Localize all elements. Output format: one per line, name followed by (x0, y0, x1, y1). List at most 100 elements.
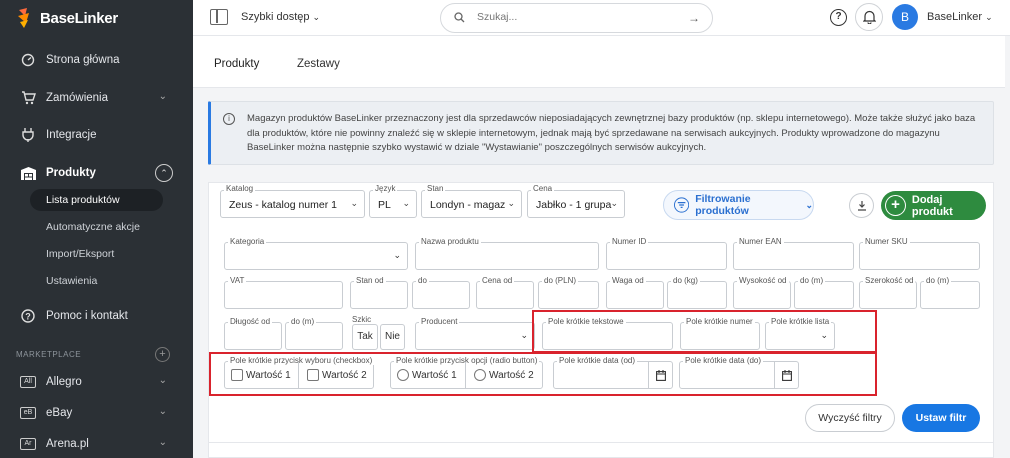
quick-access-dropdown[interactable]: Szybki dostęp ⌄ (241, 11, 320, 23)
length-from-label: Długość od (228, 317, 273, 326)
vat-input[interactable]: VAT (224, 276, 343, 309)
sketch-yes-button[interactable]: Tak (352, 324, 378, 350)
help-icon[interactable]: ? (830, 9, 847, 26)
sidebar-subitem-product-list[interactable]: Lista produktów (30, 189, 163, 211)
stock-to-input[interactable]: do (412, 276, 470, 309)
top-bar: Szybki dostęp ⌄ → ? B BaseLinker ⌄ (193, 0, 1010, 36)
cart-icon (20, 90, 36, 106)
producer-select[interactable]: Producent ⌄ (415, 317, 535, 350)
sidebar-item-label: Zamówienia (46, 92, 108, 104)
sidebar-item-label: eBay (46, 407, 73, 419)
sidebar-item-label: Allegro (46, 376, 82, 388)
width-from-label: Szerokość od (863, 276, 916, 285)
avatar[interactable]: B (892, 4, 918, 30)
length-to-input[interactable]: do (m) (285, 317, 343, 350)
weight-from-input[interactable]: Waga od (606, 276, 664, 309)
highlight-box (209, 352, 877, 396)
catalog-label: Katalog (224, 184, 256, 193)
stock-to-label: do (416, 276, 429, 285)
stock-from-input[interactable]: Stan od (350, 276, 408, 309)
chevron-down-icon: ⌄ (610, 198, 618, 208)
vat-label: VAT (228, 276, 247, 285)
download-icon (857, 201, 866, 211)
chevron-down-icon: ⌄ (158, 406, 167, 417)
price-select[interactable]: Cena Jabłko - 1 grupa ⌄ (527, 184, 625, 218)
sidebar-item-ebay[interactable]: eB eBay ⌄ (0, 400, 193, 426)
weight-from-label: Waga od (610, 276, 646, 285)
chevron-down-icon: ⌄ (985, 12, 993, 22)
notifications-button[interactable] (855, 3, 883, 31)
sidebar-item-home[interactable]: Strona główna (0, 47, 193, 73)
add-marketplace-button[interactable]: + (155, 347, 170, 362)
sidebar-subitem-import-export[interactable]: Import/Eksport (30, 243, 163, 265)
price-to-input[interactable]: do (PLN) (538, 276, 599, 309)
catalog-select[interactable]: Katalog Zeus - katalog numer 1 ⌄ (220, 184, 365, 218)
length-from-input[interactable]: Długość od (224, 317, 282, 350)
apply-filter-button[interactable]: Ustaw filtr (902, 404, 980, 432)
product-filtering-label: Filtrowanie produktów (695, 193, 751, 217)
product-filtering-button[interactable]: Filtrowanie produktów ⌄ (663, 190, 814, 220)
dashboard-icon (20, 52, 36, 68)
search-bar[interactable]: → (440, 3, 713, 33)
tab-sets[interactable]: Zestawy (297, 58, 340, 70)
sidebar-subitem-automatic-actions[interactable]: Automatyczne akcje (30, 216, 163, 238)
width-from-input[interactable]: Szerokość od (859, 276, 917, 309)
sidebar-item-orders[interactable]: Zamówienia ⌄ (0, 85, 193, 111)
arena-badge-icon: Ar (20, 438, 36, 450)
price-from-label: Cena od (480, 276, 515, 285)
sidebar-item-help[interactable]: ? Pomoc i kontakt (0, 303, 193, 329)
sidebar-item-integrations[interactable]: Integracje (0, 122, 193, 148)
width-to-input[interactable]: do (m) (920, 276, 980, 309)
height-from-label: Wysokość od (737, 276, 789, 285)
quick-access-label: Szybki dostęp (241, 11, 310, 23)
sidebar-subitem-settings[interactable]: Ustawienia (30, 270, 163, 292)
height-from-input[interactable]: Wysokość od (733, 276, 791, 309)
stock-from-label: Stan od (354, 276, 386, 285)
category-select[interactable]: Kategoria ⌄ (224, 237, 408, 270)
user-menu[interactable]: BaseLinker ⌄ (927, 11, 993, 23)
language-select[interactable]: Język PL ⌄ (369, 184, 417, 218)
product-id-input[interactable]: Numer ID (606, 237, 727, 270)
plus-icon: + (885, 195, 906, 216)
sketch-no-button[interactable]: Nie (380, 324, 405, 350)
ebay-badge-icon: eB (20, 407, 36, 419)
info-text: Magazyn produktów BaseLinker przeznaczon… (247, 113, 976, 153)
brand-logo[interactable]: BaseLinker (16, 8, 118, 28)
sidebar: BaseLinker Strona główna Zamówienia ⌄ In… (0, 0, 193, 458)
weight-to-input[interactable]: do (kg) (667, 276, 727, 309)
sidebar-toggle-icon[interactable] (210, 9, 228, 25)
sketch-label: Szkic (352, 315, 372, 324)
bell-icon (862, 10, 876, 24)
sku-input[interactable]: Numer SKU (859, 237, 980, 270)
divider (209, 442, 993, 443)
svg-text:?: ? (25, 312, 31, 322)
stock-label: Stan (425, 184, 446, 193)
price-label: Cena (531, 184, 555, 193)
clear-filters-button[interactable]: Wyczyść filtry (805, 404, 895, 432)
download-button[interactable] (849, 193, 874, 218)
price-from-input[interactable]: Cena od (476, 276, 534, 309)
product-name-input[interactable]: Nazwa produktu (415, 237, 599, 270)
sidebar-item-allegro[interactable]: All Allegro ⌄ (0, 369, 193, 395)
tab-products[interactable]: Produkty (214, 58, 259, 70)
tab-bar: Produkty Zestawy (193, 36, 1005, 88)
sku-label: Numer SKU (863, 237, 910, 246)
weight-to-label: do (kg) (671, 276, 700, 285)
stock-value: Londyn - magaz (430, 199, 506, 211)
product-id-label: Numer ID (610, 237, 649, 246)
chevron-down-icon: ⌄ (520, 330, 528, 340)
highlight-box (532, 310, 877, 353)
chevron-down-icon: ⌄ (402, 198, 410, 208)
baselinker-logo-icon (18, 8, 29, 28)
sidebar-item-arena[interactable]: Ar Arena.pl ⌄ (0, 431, 193, 457)
add-product-button[interactable]: + Dodaj produkt (881, 191, 986, 220)
stock-select[interactable]: Stan Londyn - magaz ⌄ (421, 184, 522, 218)
language-label: Język (373, 184, 398, 193)
collapse-products-button[interactable]: ⌃ (155, 164, 173, 182)
search-input[interactable] (477, 11, 667, 23)
info-icon: i (223, 113, 235, 125)
ean-input[interactable]: Numer EAN (733, 237, 854, 270)
info-banner: i Magazyn produktów BaseLinker przeznacz… (208, 101, 994, 165)
height-to-input[interactable]: do (m) (794, 276, 854, 309)
arrow-right-icon[interactable]: → (688, 11, 700, 25)
